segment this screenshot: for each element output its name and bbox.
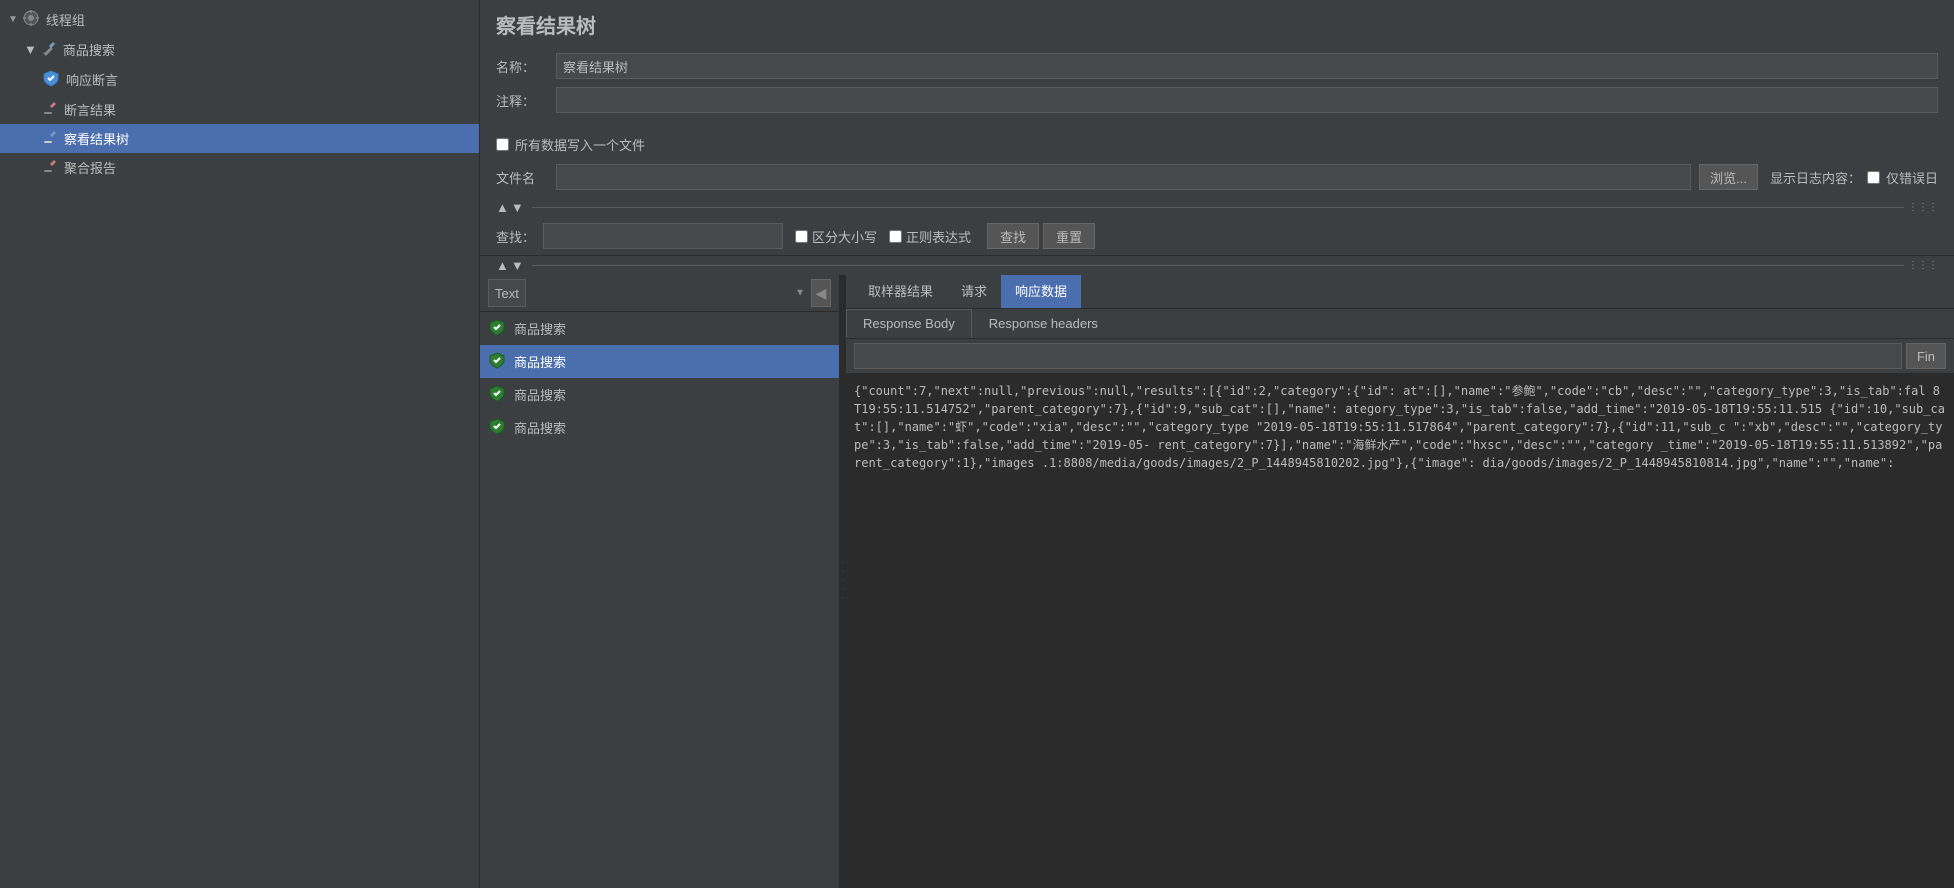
gear-icon <box>22 9 40 30</box>
pencil-view-icon <box>42 129 58 148</box>
divider-line-1 <box>532 207 1904 208</box>
search-input[interactable] <box>543 223 783 249</box>
select-wrapper: Text <box>488 279 809 307</box>
sidebar-item-view-result-label: 察看结果树 <box>64 129 129 148</box>
response-find-button[interactable]: Fin <box>1906 343 1946 369</box>
down-arrow[interactable]: ▼ <box>511 200 524 215</box>
response-search-row: Fin <box>846 339 1954 374</box>
sidebar-item-goods-search-label: 商品搜索 <box>63 40 115 59</box>
reset-button[interactable]: 重置 <box>1043 223 1095 249</box>
up-arrow-2[interactable]: ▲ <box>496 258 509 273</box>
filename-input[interactable] <box>556 164 1691 190</box>
sidebar-item-aggregate-label: 聚合报告 <box>64 158 116 177</box>
page-title: 察看结果树 <box>480 0 1954 45</box>
find-button[interactable]: 查找 <box>987 223 1039 249</box>
name-input[interactable] <box>556 53 1938 79</box>
case-sensitive-checkbox[interactable] <box>795 230 808 243</box>
resize-handle-1[interactable]: ⋮⋮⋮ <box>1908 202 1938 213</box>
comment-input[interactable] <box>556 87 1938 113</box>
file-row: 文件名 浏览... 显示日志内容： 仅错误日 <box>480 160 1954 198</box>
sidebar-item-response-assert-label: 响应断言 <box>66 70 118 89</box>
sub-tab-response-headers[interactable]: Response headers <box>972 309 1115 338</box>
tabs-row: 取样器结果 请求 响应数据 <box>846 275 1954 309</box>
tab-request[interactable]: 请求 <box>947 275 1001 308</box>
tab-sampler-result[interactable]: 取样器结果 <box>854 275 947 308</box>
tree-item-label-3: 商品搜索 <box>514 385 566 404</box>
pencil-icon <box>41 40 57 59</box>
tree-list: 商品搜索 商品搜索 <box>480 312 839 888</box>
search-options: 区分大小写 正则表达式 <box>795 227 983 246</box>
name-row: 名称： <box>496 53 1938 79</box>
regex-label: 正则表达式 <box>906 227 971 246</box>
sidebar-item-goods-search-group[interactable]: ▼ 商品搜索 <box>0 35 479 64</box>
search-row: 查找： 区分大小写 正则表达式 查找 重置 <box>480 217 1954 256</box>
pencil-aggregate-icon <box>42 158 58 177</box>
main-panel: 察看结果树 名称： 注释： 所有数据写入一个文件 文件名 浏览... 显示日志内… <box>480 0 1954 888</box>
response-body: {"count":7,"next":null,"previous":null,"… <box>846 374 1954 888</box>
sidebar: ▼ 线程组 ▼ 商品搜索 <box>0 0 480 888</box>
up-arrow[interactable]: ▲ <box>496 200 509 215</box>
form-section: 名称： 注释： <box>480 45 1954 129</box>
tree-item-label-4: 商品搜索 <box>514 418 566 437</box>
tree-item-label-2: 商品搜索 <box>514 352 566 371</box>
sidebar-item-view-result-tree[interactable]: 察看结果树 <box>0 124 479 153</box>
sidebar-group-thread[interactable]: ▼ 线程组 <box>0 4 479 35</box>
pencil-assert-icon <box>42 100 58 119</box>
tree-item[interactable]: 商品搜索 <box>480 312 839 345</box>
name-label: 名称： <box>496 57 556 76</box>
sub-tab-response-body[interactable]: Response Body <box>846 309 972 338</box>
tree-item-3[interactable]: 商品搜索 <box>480 378 839 411</box>
triangle-group-icon: ▼ <box>24 42 37 57</box>
sidebar-item-assert-result[interactable]: 断言结果 <box>0 95 479 124</box>
log-checkbox[interactable] <box>1867 171 1880 184</box>
case-sensitive-label: 区分大小写 <box>812 227 877 246</box>
shield-icon-1 <box>488 318 506 339</box>
log-content-label: 显示日志内容： <box>1770 168 1861 187</box>
response-search-input[interactable] <box>854 343 1902 369</box>
all-data-label: 所有数据写入一个文件 <box>515 135 645 154</box>
down-arrow-2[interactable]: ▼ <box>511 258 524 273</box>
sidebar-item-response-assert[interactable]: 响应断言 <box>0 64 479 95</box>
sub-tabs-row: Response Body Response headers <box>846 309 1954 339</box>
divider-line-2 <box>532 265 1904 266</box>
tree-type-select[interactable]: Text <box>488 279 526 307</box>
sidebar-group-label: 线程组 <box>46 10 85 29</box>
divider-row-2: ▲ ▼ ⋮⋮⋮ <box>480 256 1954 275</box>
resize-handle-2[interactable]: ⋮⋮⋮ <box>1908 260 1938 271</box>
select-arrow-btn[interactable]: ◀ <box>811 279 831 307</box>
tree-area: Text ◀ 商品搜索 <box>480 275 840 888</box>
shield-icon-2 <box>488 351 506 372</box>
divider-row-1: ▲ ▼ ⋮⋮⋮ <box>480 198 1954 217</box>
shield-response-icon <box>42 69 60 90</box>
sidebar-item-aggregate-report[interactable]: 聚合报告 <box>0 153 479 182</box>
tree-item-4[interactable]: 商品搜索 <box>480 411 839 444</box>
error-only-label: 仅错误日 <box>1886 168 1938 187</box>
tab-response-data[interactable]: 响应数据 <box>1001 275 1081 308</box>
all-data-checkbox[interactable] <box>496 138 509 151</box>
all-data-checkbox-row: 所有数据写入一个文件 <box>480 129 1954 160</box>
tree-item-selected[interactable]: 商品搜索 <box>480 345 839 378</box>
filename-label: 文件名 <box>496 168 556 187</box>
regex-checkbox[interactable] <box>889 230 902 243</box>
sidebar-item-assert-result-label: 断言结果 <box>64 100 116 119</box>
search-label: 查找： <box>496 227 535 246</box>
shield-icon-3 <box>488 384 506 405</box>
browse-button[interactable]: 浏览... <box>1699 164 1758 190</box>
comment-row: 注释： <box>496 87 1938 113</box>
comment-label: 注释： <box>496 91 556 110</box>
right-panel: 取样器结果 请求 响应数据 Response Body Response hea… <box>846 275 1954 888</box>
shield-icon-4 <box>488 417 506 438</box>
tree-item-label-1: 商品搜索 <box>514 319 566 338</box>
triangle-icon: ▼ <box>8 14 18 25</box>
tree-select-row: Text ◀ <box>480 275 839 312</box>
split-area: Text ◀ 商品搜索 <box>480 275 1954 888</box>
